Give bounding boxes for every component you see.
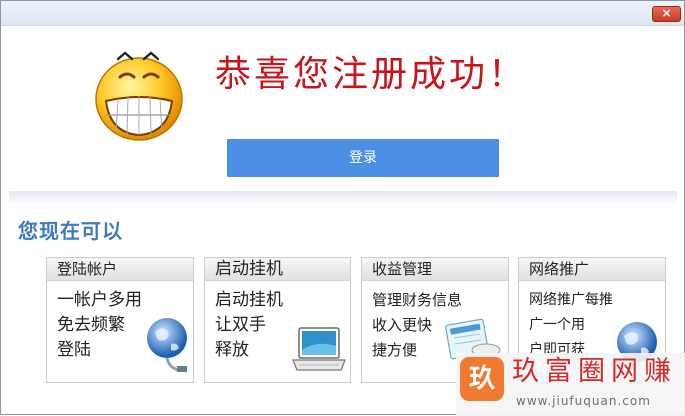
- card-title: 登陆帐户: [47, 258, 193, 281]
- divider: [9, 191, 677, 204]
- card-description: 启动挂机 让双手 释放: [215, 288, 283, 363]
- card-title: 网络推广: [519, 258, 665, 281]
- card-line: 让双手: [215, 315, 266, 335]
- card-line: 广一个用: [529, 317, 585, 333]
- success-headline: 恭喜您注册成功！: [215, 54, 528, 95]
- card-line: 管理财务信息: [372, 291, 463, 309]
- watermark-url: www.jiufuquan.com: [516, 394, 651, 408]
- card-line: 登陆: [57, 340, 91, 360]
- card-line: 释放: [215, 340, 249, 360]
- watermark-logo: 玖: [460, 357, 504, 401]
- login-button[interactable]: 登录: [227, 139, 499, 177]
- card-title: 收益管理: [362, 258, 508, 281]
- card-line: 一帐户多用: [57, 290, 142, 310]
- card-login-account[interactable]: 登陆帐户 一帐户多用 免去频繁 登陆: [46, 257, 194, 383]
- registration-success-window: × 恭喜您注册成功！ 登录 您现在可以 登陆帐户 一帐户多用 免去频繁 登陆 启…: [0, 0, 685, 416]
- watermark-name: 玖富圈网赚: [512, 356, 677, 387]
- card-line: 网络推广每推: [529, 292, 613, 308]
- close-button[interactable]: ×: [652, 6, 681, 22]
- card-description: 网络推广每推 广一个用 户即可获: [529, 288, 613, 363]
- laptop-icon: [292, 327, 346, 371]
- title-bar: ×: [1, 1, 684, 26]
- card-line: 免去频繁: [57, 315, 125, 335]
- card-title: 启动挂机: [205, 258, 350, 281]
- smiley-icon: [95, 51, 183, 141]
- section-title: 您现在可以: [18, 219, 123, 243]
- card-description: 一帐户多用 免去频繁 登陆: [57, 288, 142, 363]
- globe-cable-icon: [147, 318, 187, 372]
- card-start-hosting[interactable]: 启动挂机 启动挂机 让双手 释放: [204, 257, 351, 383]
- card-line: 启动挂机: [215, 290, 283, 310]
- watermark: 玖 玖富圈网赚 www.jiufuquan.com: [456, 353, 685, 416]
